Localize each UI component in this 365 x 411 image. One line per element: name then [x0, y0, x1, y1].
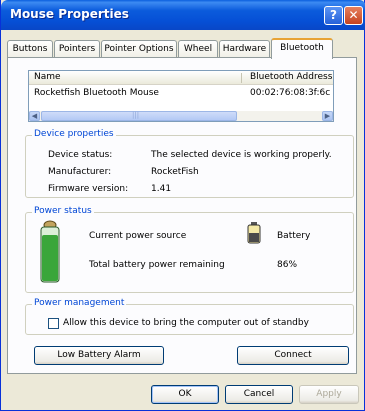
- scroll-right-icon[interactable]: ▶: [322, 111, 333, 121]
- current-power-source-value: Battery: [277, 231, 311, 241]
- device-status-label: Device status:: [48, 150, 113, 160]
- battery-icon: [247, 222, 261, 244]
- battery-level-fill: [42, 235, 58, 281]
- column-bluetooth-address[interactable]: Bluetooth Address: [250, 72, 332, 82]
- tab-buttons[interactable]: Buttons: [7, 40, 53, 58]
- title-bar[interactable]: Mouse Properties ? ✕: [1, 0, 365, 30]
- connect-button[interactable]: Connect: [237, 346, 349, 365]
- close-button[interactable]: ✕: [344, 6, 363, 25]
- manufacturer-value: RocketFish: [151, 167, 199, 177]
- battery-remaining-label: Total battery power remaining: [89, 260, 225, 270]
- device-status-value: The selected device is working properly.: [151, 150, 332, 160]
- firmware-version-value: 1.41: [151, 184, 172, 194]
- tab-hardware[interactable]: Hardware: [219, 40, 270, 58]
- help-button[interactable]: ?: [324, 6, 343, 25]
- allow-wake-label[interactable]: Allow this device to bring the computer …: [63, 318, 309, 328]
- low-battery-alarm-button[interactable]: Low Battery Alarm: [34, 346, 164, 365]
- device-list-header: Name Bluetooth Address: [29, 71, 333, 85]
- scroll-left-icon[interactable]: ◀: [29, 111, 40, 121]
- tab-pointers[interactable]: Pointers: [54, 40, 100, 58]
- manufacturer-label: Manufacturer:: [48, 167, 112, 177]
- column-separator[interactable]: [241, 73, 242, 83]
- scroll-thumb[interactable]: |||: [41, 111, 237, 121]
- device-list[interactable]: Name Bluetooth Address Rocketfish Blueto…: [28, 70, 334, 122]
- allow-wake-checkbox[interactable]: [48, 318, 59, 329]
- power-status-title: Power status: [32, 206, 94, 216]
- tab-bluetooth[interactable]: Bluetooth: [271, 38, 333, 59]
- scroll-grip-icon: |||: [132, 111, 140, 119]
- power-status-group: [25, 212, 354, 293]
- cancel-button[interactable]: Cancel: [225, 385, 293, 404]
- battery-level-icon: [40, 220, 60, 283]
- current-power-source-label: Current power source: [89, 231, 187, 241]
- device-properties-title: Device properties: [32, 129, 116, 139]
- firmware-version-label: Firmware version:: [48, 184, 129, 194]
- device-name-cell[interactable]: Rocketfish Bluetooth Mouse: [34, 88, 159, 98]
- tab-wheel[interactable]: Wheel: [178, 40, 218, 58]
- mouse-properties-window: Mouse Properties ? ✕ Buttons Pointers Po…: [0, 0, 365, 411]
- column-name[interactable]: Name: [34, 72, 61, 82]
- apply-button[interactable]: Apply: [299, 385, 359, 404]
- battery-remaining-value: 86%: [277, 260, 298, 270]
- horizontal-scrollbar[interactable]: ◀ ||| ▶: [29, 111, 333, 121]
- ok-button[interactable]: OK: [151, 385, 219, 404]
- power-management-title: Power management: [32, 298, 127, 308]
- device-address-cell[interactable]: 00:02:76:08:3f:6c: [250, 88, 330, 98]
- window-title: Mouse Properties: [10, 7, 129, 21]
- tab-pointer-options[interactable]: Pointer Options: [101, 40, 177, 58]
